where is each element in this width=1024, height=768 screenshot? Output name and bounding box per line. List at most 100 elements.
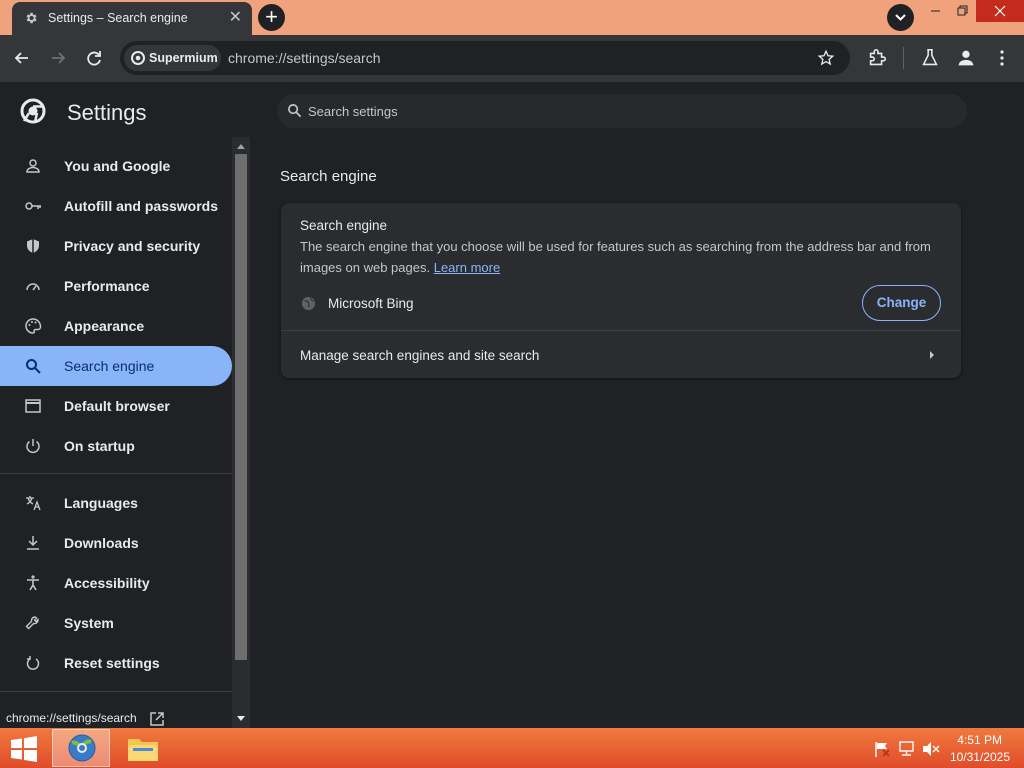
supermium-logo-icon bbox=[131, 51, 145, 65]
wrench-icon bbox=[25, 616, 39, 630]
sidebar-item-performance[interactable]: Performance bbox=[0, 266, 232, 306]
sidebar-item-label: You and Google bbox=[64, 158, 171, 174]
taskbar-explorer-button[interactable] bbox=[118, 729, 170, 767]
learn-more-link[interactable]: Learn more bbox=[434, 260, 500, 275]
shield-icon bbox=[27, 239, 39, 253]
tab-title: Settings – Search engine bbox=[48, 11, 188, 25]
sidebar-item-label: Appearance bbox=[64, 318, 145, 334]
labs-flask-icon[interactable] bbox=[919, 47, 941, 69]
browser-window-icon bbox=[25, 399, 41, 413]
sidebar-item-label: Downloads bbox=[64, 535, 139, 551]
chevron-right-icon bbox=[930, 351, 934, 359]
card-title: Search engine bbox=[300, 218, 388, 233]
change-button[interactable]: Change bbox=[862, 285, 941, 321]
sidebar-item-label: Search engine bbox=[64, 358, 155, 374]
browser-app-icon bbox=[68, 734, 96, 762]
page-title: Settings bbox=[67, 100, 147, 125]
forward-arrow-icon[interactable] bbox=[47, 47, 69, 69]
new-tab-button[interactable]: + bbox=[258, 4, 285, 31]
restore-icon bbox=[957, 5, 968, 16]
manage-search-engines-row[interactable]: Manage search engines and site search bbox=[281, 331, 961, 378]
sidebar-item-label: Accessibility bbox=[64, 575, 150, 591]
restore-button[interactable] bbox=[948, 0, 978, 22]
bookmark-star-icon[interactable] bbox=[817, 49, 835, 67]
sidebar-item-label: On startup bbox=[64, 438, 135, 454]
back-arrow-icon[interactable] bbox=[11, 47, 33, 69]
current-engine-name: Microsoft Bing bbox=[328, 296, 414, 311]
sidebar-item-you-and-google[interactable]: You and Google bbox=[0, 146, 232, 186]
sidebar-scrollbar[interactable] bbox=[232, 137, 250, 728]
site-info-chip[interactable]: Supermium bbox=[124, 45, 221, 71]
speedometer-icon bbox=[26, 283, 40, 291]
person-icon bbox=[26, 159, 40, 173]
more-menu-icon[interactable] bbox=[991, 47, 1013, 69]
search-engine-card: Search engine The search engine that you… bbox=[281, 203, 961, 378]
clock-time[interactable]: 4:51 PM bbox=[957, 733, 1002, 747]
profile-avatar-icon[interactable] bbox=[955, 47, 977, 69]
manage-label: Manage search engines and site search bbox=[300, 348, 540, 363]
sidebar-item-appearance[interactable]: Appearance bbox=[0, 306, 232, 346]
address-bar[interactable]: Supermium chrome://settings/search bbox=[120, 41, 850, 75]
sidebar-item-label: Performance bbox=[64, 278, 150, 294]
network-icon[interactable] bbox=[898, 741, 916, 757]
sidebar-item-label: System bbox=[64, 615, 114, 631]
sidebar-item-reset-settings[interactable]: Reset settings bbox=[0, 643, 232, 683]
windows-start-icon[interactable] bbox=[9, 736, 39, 762]
gear-icon bbox=[26, 12, 37, 24]
globe-icon bbox=[301, 296, 316, 311]
settings-header: Settings bbox=[0, 82, 250, 137]
reset-icon bbox=[26, 656, 40, 670]
settings-search-box[interactable]: Search settings bbox=[277, 94, 967, 128]
taskbar-browser-button[interactable] bbox=[52, 729, 110, 767]
extensions-puzzle-icon[interactable] bbox=[866, 47, 888, 69]
scroll-up-arrow-icon[interactable] bbox=[237, 143, 245, 149]
sidebar-item-privacy[interactable]: Privacy and security bbox=[0, 226, 232, 266]
close-window-button[interactable] bbox=[976, 0, 1024, 22]
search-placeholder: Search settings bbox=[308, 104, 398, 119]
sidebar-divider bbox=[0, 691, 232, 692]
sidebar-divider bbox=[0, 473, 232, 474]
sidebar-item-label: Default browser bbox=[64, 398, 170, 414]
sidebar-item-languages[interactable]: Languages bbox=[0, 483, 232, 523]
status-url: chrome://settings/search bbox=[6, 711, 137, 725]
tab-search-button[interactable] bbox=[887, 4, 914, 31]
sidebar-item-on-startup[interactable]: On startup bbox=[0, 426, 232, 466]
toolbar-divider bbox=[903, 47, 904, 69]
close-icon bbox=[994, 5, 1006, 17]
minimize-button[interactable] bbox=[920, 0, 950, 22]
minimize-icon bbox=[931, 10, 940, 12]
key-icon bbox=[25, 202, 41, 210]
chevron-down-icon bbox=[895, 14, 906, 21]
download-icon bbox=[27, 536, 39, 550]
sidebar-item-default-browser[interactable]: Default browser bbox=[0, 386, 232, 426]
sidebar-item-system[interactable]: System bbox=[0, 603, 232, 643]
sidebar-item-label: Autofill and passwords bbox=[64, 198, 219, 214]
search-icon bbox=[288, 104, 302, 118]
site-info-label: Supermium bbox=[149, 51, 218, 65]
section-title: Search engine bbox=[280, 168, 377, 185]
action-center-flag-icon[interactable] bbox=[874, 741, 890, 757]
folder-icon bbox=[128, 739, 158, 761]
reload-icon[interactable] bbox=[83, 47, 105, 69]
close-tab-icon[interactable]: ✕ bbox=[229, 9, 242, 27]
translate-icon bbox=[26, 496, 41, 511]
chrome-logo-icon bbox=[20, 98, 46, 124]
accessibility-icon bbox=[27, 575, 39, 591]
browser-toolbar: Supermium chrome://settings/search bbox=[0, 35, 1024, 82]
browser-tab[interactable]: Settings – Search engine ✕ bbox=[12, 2, 252, 35]
url-text[interactable]: chrome://settings/search bbox=[228, 50, 381, 66]
scroll-down-arrow-icon[interactable] bbox=[237, 716, 245, 722]
sidebar-item-label: Privacy and security bbox=[64, 238, 201, 254]
clock-date[interactable]: 10/31/2025 bbox=[950, 750, 1010, 764]
sidebar-item-autofill[interactable]: Autofill and passwords bbox=[0, 186, 232, 226]
sidebar-item-accessibility[interactable]: Accessibility bbox=[0, 563, 232, 603]
card-description: The search engine that you choose will b… bbox=[300, 237, 940, 278]
palette-icon bbox=[25, 318, 42, 334]
description-text: The search engine that you choose will b… bbox=[300, 239, 931, 275]
scrollbar-thumb[interactable] bbox=[235, 154, 247, 660]
taskbar: 4:51 PM 10/31/2025 bbox=[0, 728, 1024, 768]
volume-muted-icon[interactable] bbox=[922, 741, 940, 757]
sidebar-item-search-engine[interactable]: Search engine bbox=[0, 346, 232, 386]
sidebar-item-downloads[interactable]: Downloads bbox=[0, 523, 232, 563]
sidebar-item-label: Languages bbox=[64, 495, 138, 511]
